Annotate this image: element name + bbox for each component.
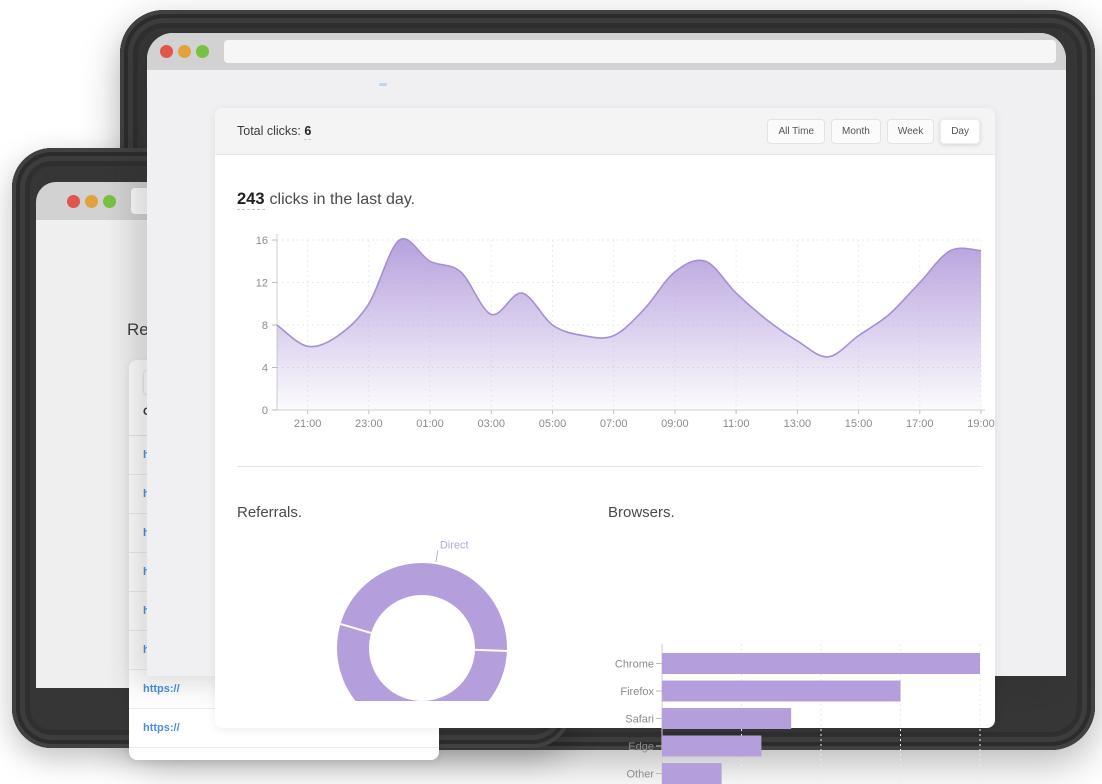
section-divider: [237, 466, 981, 467]
maximize-traffic-light-icon[interactable]: [103, 195, 116, 208]
month-button[interactable]: Month: [831, 119, 881, 144]
svg-text:19:00: 19:00: [967, 418, 995, 430]
svg-text:21:00: 21:00: [294, 418, 322, 430]
time-range-buttons: All Time Month Week Day: [767, 119, 980, 144]
referrals-title: Referrals.: [237, 504, 302, 521]
svg-text:12: 12: [256, 278, 268, 290]
day-button[interactable]: Day: [940, 119, 980, 144]
total-clicks-value: 6: [304, 124, 311, 140]
svg-text:09:00: 09:00: [661, 418, 689, 430]
svg-text:0: 0: [262, 405, 268, 417]
svg-text:03:00: 03:00: [477, 418, 505, 430]
browsers-title: Browsers.: [608, 504, 675, 521]
svg-text:15:00: 15:00: [845, 418, 873, 430]
svg-text:Chrome: Chrome: [615, 659, 654, 671]
origin-link[interactable]: https://: [129, 683, 180, 695]
clicks-headline-text: clicks in the last day.: [270, 191, 416, 208]
total-clicks-label: Total clicks:: [237, 124, 301, 138]
front-titlebar: [147, 33, 1066, 70]
svg-text:Safari: Safari: [625, 714, 654, 726]
svg-text:4: 4: [262, 363, 268, 375]
close-traffic-light-icon[interactable]: [160, 45, 173, 58]
all-time-button[interactable]: All Time: [767, 119, 825, 144]
minimize-traffic-light-icon[interactable]: [85, 195, 98, 208]
clicks-area-chart: 21:00 23:00 01:00 03:00 05:00 07:00 09:00 11:00…: [240, 225, 995, 440]
maximize-traffic-light-icon[interactable]: [196, 45, 209, 58]
svg-text:Firefox: Firefox: [620, 686, 654, 698]
minimize-traffic-light-icon[interactable]: [178, 45, 191, 58]
svg-text:Edge: Edge: [628, 741, 654, 753]
svg-text:Other: Other: [626, 769, 654, 781]
total-clicks: Total clicks: 6: [237, 124, 311, 138]
svg-text:23:00: 23:00: [355, 418, 383, 430]
svg-text:Direct: Direct: [440, 539, 469, 551]
origin-link[interactable]: https://: [129, 722, 180, 734]
browsers-bar-chart: Chrome Firefox Safari Edge Other: [600, 636, 998, 784]
week-button[interactable]: Week: [887, 119, 934, 144]
svg-text:05:00: 05:00: [539, 418, 567, 430]
svg-text:01:00: 01:00: [416, 418, 444, 430]
svg-text:8: 8: [262, 320, 268, 332]
svg-text:16: 16: [256, 235, 268, 247]
front-url-bar[interactable]: [224, 40, 1056, 63]
svg-text:11:00: 11:00: [723, 418, 750, 430]
svg-text:07:00: 07:00: [600, 418, 628, 430]
clicks-headline: 243 clicks in the last day.: [237, 190, 415, 209]
analytics-card: Total clicks: 6 All Time Month Week Day …: [215, 108, 995, 728]
card-header: Total clicks: 6 All Time Month Week Day: [215, 108, 995, 155]
tiny-blue-mark: [379, 83, 387, 86]
svg-text:17:00: 17:00: [906, 418, 934, 430]
clicks-count: 243: [237, 190, 265, 210]
svg-text:13:00: 13:00: [784, 418, 812, 430]
close-traffic-light-icon[interactable]: [67, 195, 80, 208]
